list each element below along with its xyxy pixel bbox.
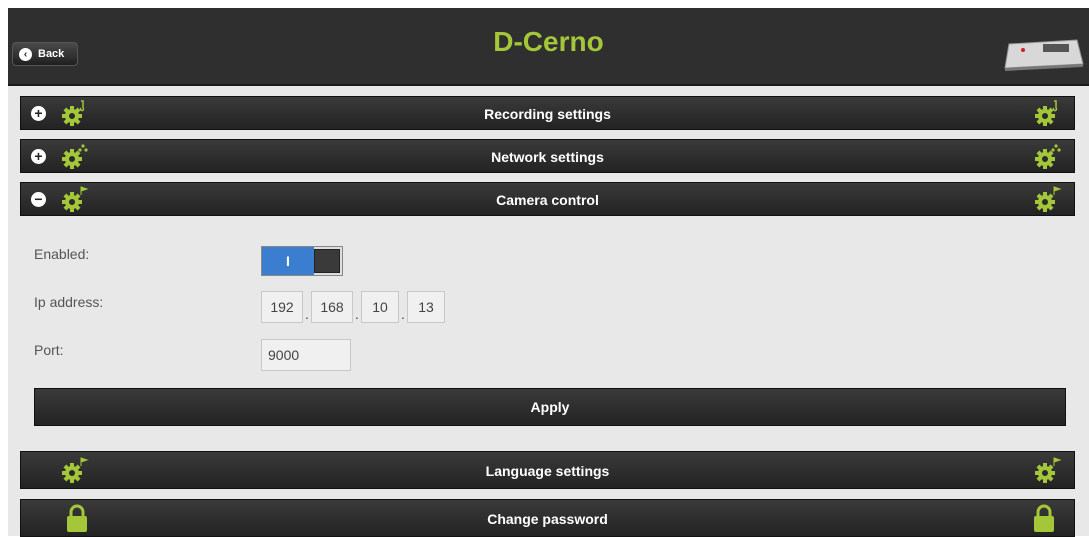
enabled-toggle[interactable]: I (261, 246, 343, 276)
gear-music-icon (1035, 100, 1058, 126)
content-area: + Recording settings + Network settings … (8, 86, 1089, 537)
section-label: Network settings (491, 149, 604, 165)
ip-separator: . (401, 306, 405, 322)
section-language-settings[interactable]: Language settings (20, 451, 1075, 489)
ip-octet-4-input[interactable]: 13 (407, 291, 445, 323)
ip-separator: . (355, 306, 359, 322)
port-input[interactable]: 9000 (261, 339, 351, 371)
section-label: Recording settings (484, 106, 611, 122)
gear-network-icon (1035, 144, 1061, 169)
port-label: Port: (34, 342, 64, 358)
ip-octet-2-input[interactable]: 168 (311, 291, 353, 323)
gear-flag-icon (1035, 186, 1062, 212)
ip-address-label: Ip address: (34, 294, 104, 310)
toggle-on-indicator: I (262, 247, 314, 275)
gear-flag-icon (1035, 457, 1062, 483)
section-recording-settings[interactable]: + Recording settings (20, 96, 1075, 130)
toggle-knob[interactable] (314, 249, 340, 273)
app-header: ‹ Back D-Cerno (8, 8, 1089, 86)
apply-button[interactable]: Apply (34, 388, 1066, 426)
ip-separator: . (305, 306, 309, 322)
section-change-password[interactable]: Change password (20, 499, 1075, 537)
ip-octet-3-input[interactable]: 10 (361, 291, 399, 323)
ip-octet-1-input[interactable]: 192 (261, 291, 303, 323)
page-title: D-Cerno (493, 26, 604, 57)
lock-icon (1034, 504, 1054, 532)
device-image (1004, 39, 1084, 71)
section-label: Camera control (496, 192, 599, 208)
section-label: Language settings (485, 463, 610, 479)
section-label: Change password (487, 511, 608, 527)
section-network-settings[interactable]: + Network settings (20, 139, 1075, 173)
section-camera-control[interactable]: − Camera control (20, 182, 1075, 216)
enabled-label: Enabled: (34, 246, 90, 262)
